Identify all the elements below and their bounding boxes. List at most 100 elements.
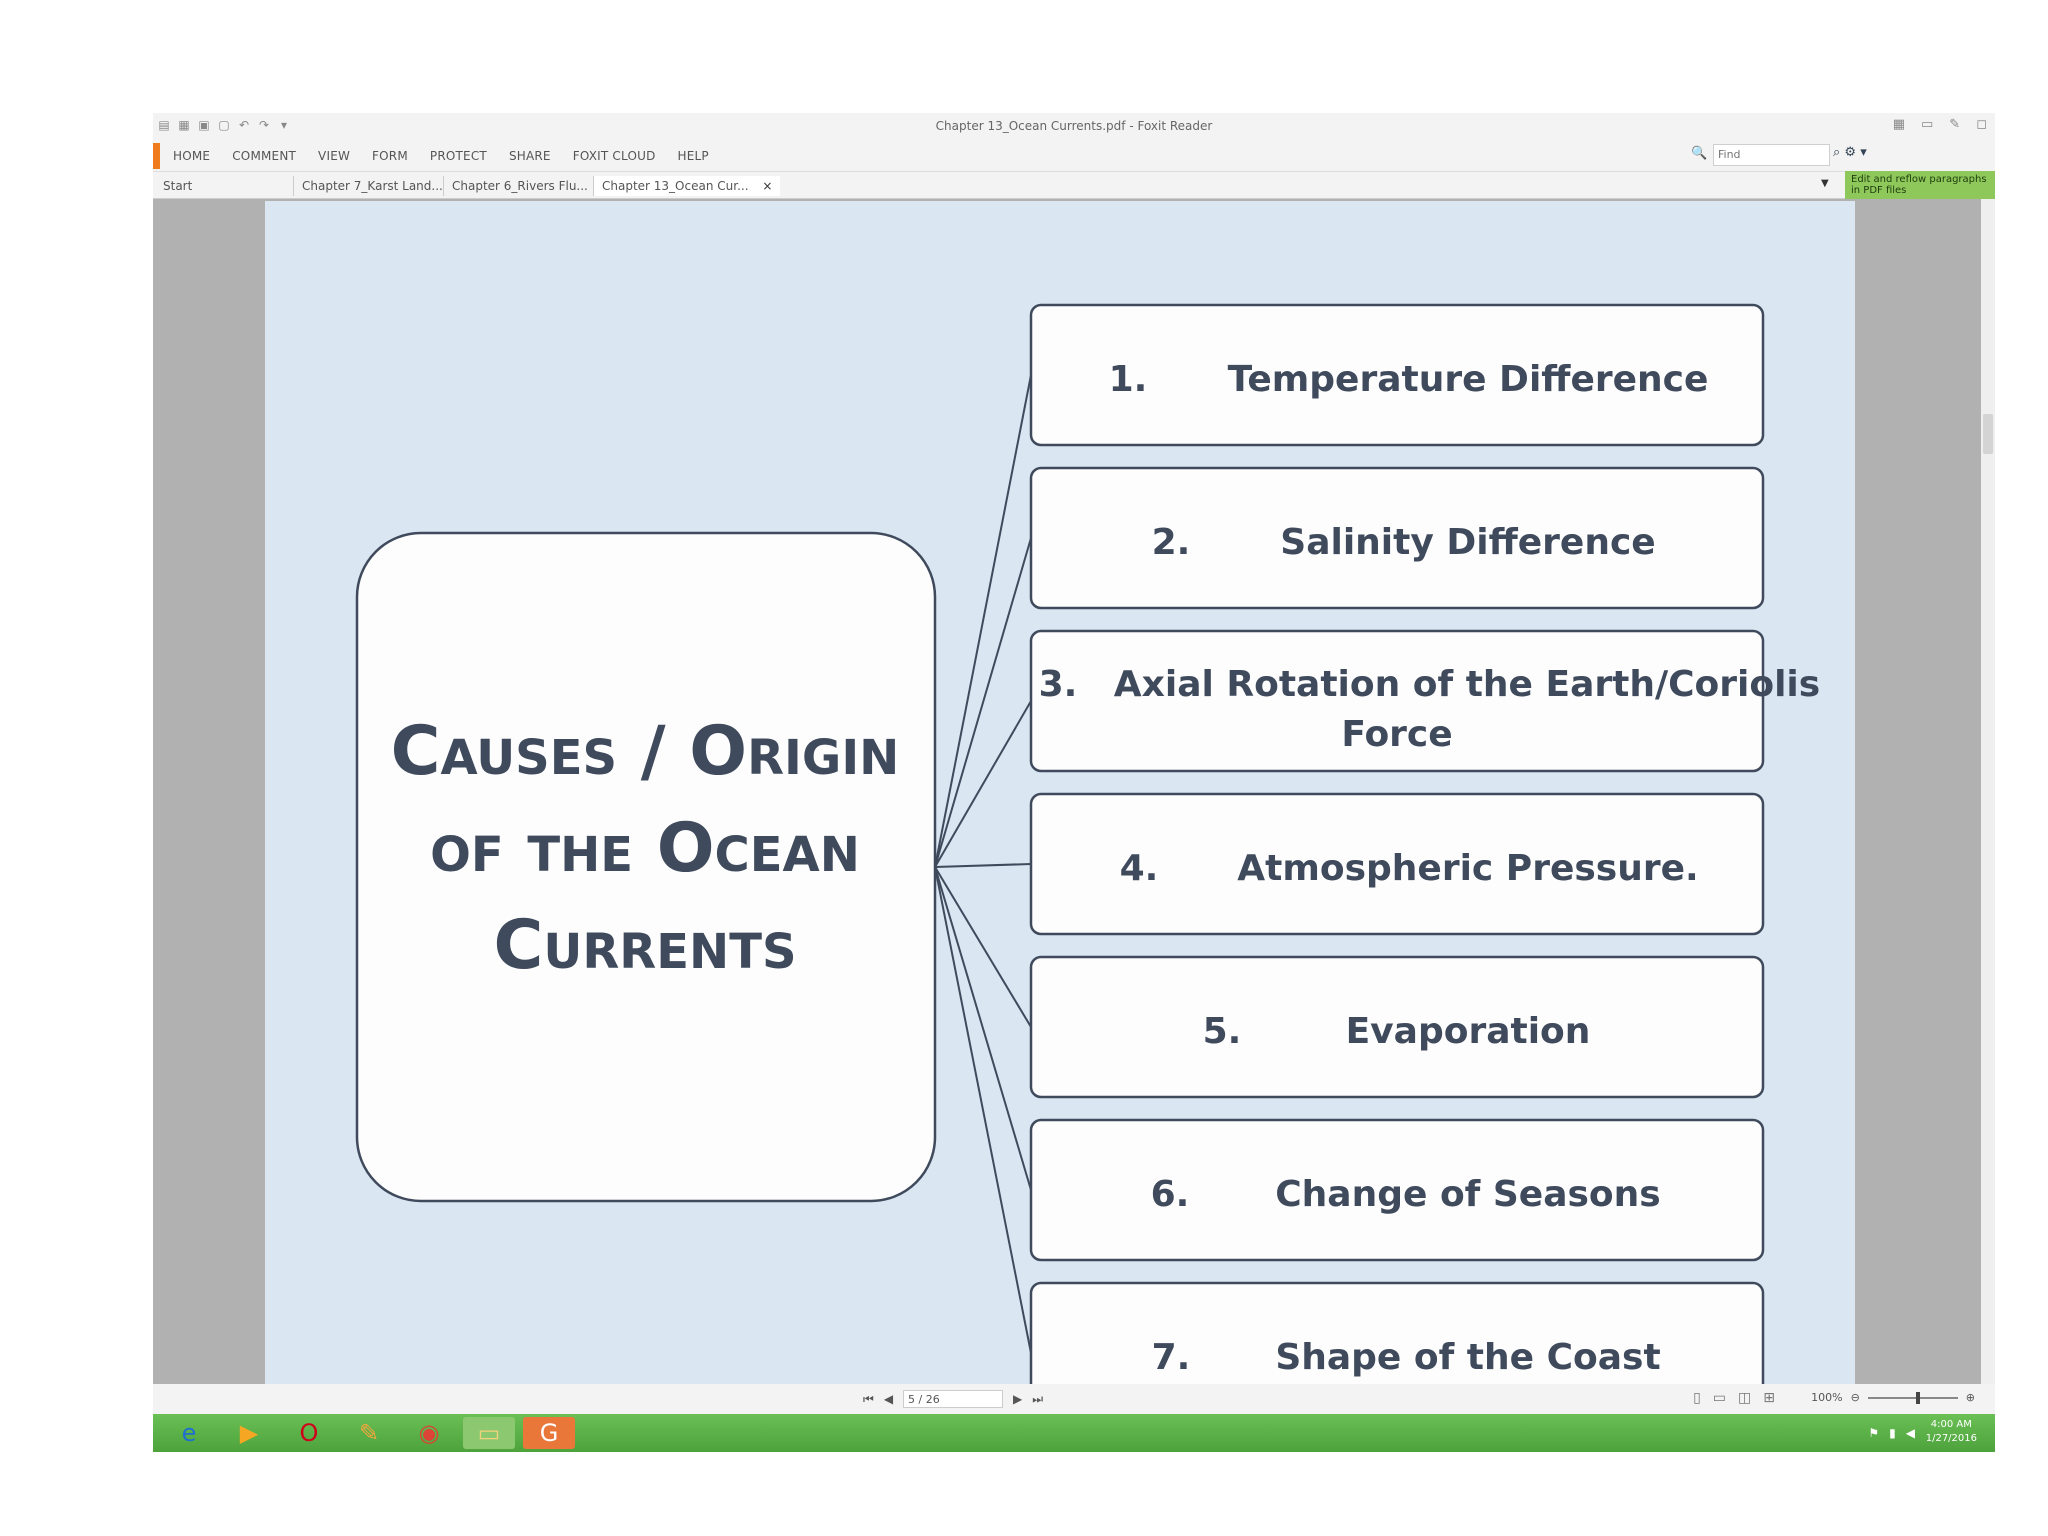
- pdf-page: Causes / Origin of the Ocean Currents 1.…: [265, 201, 1855, 1384]
- item-7: 7. Shape of the Coast: [1029, 1281, 1765, 1384]
- first-page-icon[interactable]: ⏮: [863, 1392, 874, 1407]
- menu-form[interactable]: FORM: [372, 149, 408, 163]
- pin-icon[interactable]: ✎: [1949, 117, 1960, 132]
- foxit-reader-taskbar-icon[interactable]: G: [523, 1417, 575, 1449]
- item-5: 5. Evaporation: [1029, 955, 1765, 1099]
- item-number: 7.: [1152, 1337, 1191, 1378]
- tab-chapter-13-label: Chapter 13_Ocean Cur...: [602, 179, 749, 193]
- connector-line: [934, 374, 1032, 868]
- continuous-view-icon[interactable]: ▭: [1713, 1390, 1726, 1406]
- item-label: Axial Rotation of the Earth/Coriolis: [1114, 664, 1820, 705]
- ribbon-toggle-icon[interactable]: ▦: [1893, 117, 1905, 132]
- center-title-line-3: Currents: [493, 906, 796, 985]
- item-number: 3.: [1039, 664, 1078, 705]
- page-number-field[interactable]: 5 / 26: [903, 1390, 1004, 1408]
- view-mode-buttons: ▯ ▭ ◫ ⊞: [1693, 1390, 1775, 1406]
- tab-chapter-13[interactable]: Chapter 13_Ocean Cur... ×: [593, 176, 781, 196]
- internet-explorer-icon[interactable]: e: [163, 1417, 215, 1449]
- menu-foxit-cloud[interactable]: FOXIT CLOUD: [573, 149, 656, 163]
- find-icon[interactable]: 🔍: [1691, 146, 1707, 161]
- item-label: Temperature Difference: [1228, 359, 1709, 400]
- file-explorer-icon[interactable]: ▭: [463, 1417, 515, 1449]
- maximize-button[interactable]: ◻: [1976, 117, 1987, 132]
- menu-share[interactable]: SHARE: [509, 149, 551, 163]
- item-4: 4. Atmospheric Pressure.: [1029, 792, 1765, 936]
- last-page-icon[interactable]: ⏭: [1032, 1392, 1043, 1407]
- connector-line: [934, 700, 1032, 868]
- item-number: 2.: [1152, 522, 1191, 563]
- status-bar: ⏮ ◀ 5 / 26 ▶ ⏭ ▯ ▭ ◫ ⊞ 100% ⊖ ⊕: [153, 1384, 1995, 1414]
- system-tray: ⚑ ▮ ◀: [1868, 1426, 1915, 1440]
- item-number: 4.: [1120, 848, 1159, 889]
- single-page-view-icon[interactable]: ▯: [1693, 1390, 1701, 1406]
- continuous-facing-view-icon[interactable]: ⊞: [1763, 1390, 1775, 1406]
- item-number: 5.: [1203, 1011, 1242, 1052]
- item-label: Atmospheric Pressure.: [1237, 848, 1698, 889]
- tray-flag-icon[interactable]: ⚑: [1868, 1426, 1879, 1440]
- paint-icon[interactable]: ✎: [343, 1417, 395, 1449]
- diagram: Causes / Origin of the Ocean Currents 1.…: [355, 303, 1820, 1384]
- connector-line: [934, 866, 1032, 1028]
- center-title-line-2: of the Ocean: [430, 809, 860, 888]
- item-6: 6. Change of Seasons: [1029, 1118, 1765, 1262]
- tab-chapter-7[interactable]: Chapter 7_Karst Land...: [293, 176, 451, 196]
- find-field[interactable]: [1713, 144, 1830, 166]
- item-label: Change of Seasons: [1275, 1174, 1660, 1215]
- menu-help[interactable]: HELP: [678, 149, 709, 163]
- zoom-slider-knob[interactable]: [1915, 1391, 1920, 1404]
- facing-view-icon[interactable]: ◫: [1738, 1390, 1751, 1406]
- item-label: Shape of the Coast: [1275, 1337, 1660, 1378]
- zoom-level[interactable]: 100%: [1811, 1391, 1842, 1404]
- previous-page-icon[interactable]: ◀: [884, 1392, 893, 1406]
- zoom-out-icon[interactable]: ⊖: [1851, 1391, 1860, 1404]
- document-canvas: Causes / Origin of the Ocean Currents 1.…: [153, 199, 1981, 1384]
- minimize-button[interactable]: ▭: [1921, 117, 1933, 132]
- chrome-icon[interactable]: ◉: [403, 1417, 455, 1449]
- menu-bar: HOME COMMENT VIEW FORM PROTECT SHARE FOX…: [153, 141, 1995, 172]
- document-tab-bar: Start Chapter 7_Karst Land... Chapter 6_…: [153, 172, 1995, 199]
- find-input[interactable]: [1714, 145, 1829, 163]
- search-icon[interactable]: ⌕ ⚙ ▾: [1833, 145, 1867, 160]
- connector-line: [934, 866, 1032, 1191]
- zoom-slider[interactable]: [1867, 1391, 1958, 1404]
- item-label: Salinity Difference: [1280, 522, 1655, 563]
- zoom-control: 100% ⊖ ⊕: [1811, 1391, 1975, 1404]
- next-page-icon[interactable]: ▶: [1013, 1392, 1022, 1406]
- item-2: 2. Salinity Difference: [1029, 466, 1765, 610]
- connector-line: [934, 537, 1032, 868]
- window-controls: ▦ ▭ ✎ ◻: [1893, 117, 1987, 132]
- zoom-in-icon[interactable]: ⊕: [1966, 1391, 1975, 1404]
- page-navigation: ⏮ ◀ 5 / 26 ▶ ⏭: [863, 1390, 1043, 1408]
- menu-comment[interactable]: COMMENT: [232, 149, 296, 163]
- connector-line: [934, 863, 1032, 868]
- menu-home[interactable]: HOME: [173, 149, 210, 163]
- menu-protect[interactable]: PROTECT: [430, 149, 487, 163]
- scrollbar-thumb[interactable]: [1983, 414, 1993, 454]
- item-label-continued: Force: [1341, 714, 1452, 755]
- volume-icon[interactable]: ◀: [1906, 1426, 1915, 1440]
- tab-list-dropdown-icon[interactable]: ▼: [1821, 178, 1829, 189]
- connector-lines: [934, 374, 1032, 1354]
- connector-line: [934, 866, 1032, 1354]
- title-bar: ▤ ▦ ▣ ▢ ↶ ↷ ▾ Chapter 13_Ocean Currents.…: [153, 113, 1995, 141]
- network-icon[interactable]: ▮: [1889, 1426, 1896, 1440]
- menu-items: HOME COMMENT VIEW FORM PROTECT SHARE FOX…: [173, 149, 709, 163]
- tab-chapter-6[interactable]: Chapter 6_Rivers Flu...: [443, 176, 596, 196]
- clock-time: 4:00 AM: [1930, 1419, 1972, 1430]
- item-boxes: 1. Temperature Difference 2. Salinity Di…: [1029, 303, 1820, 1384]
- close-icon[interactable]: ×: [762, 179, 772, 193]
- menu-view[interactable]: VIEW: [318, 149, 350, 163]
- item-label: Evaporation: [1346, 1011, 1591, 1052]
- tab-start[interactable]: Start: [155, 176, 200, 196]
- clock-date: 1/27/2016: [1925, 1433, 1977, 1444]
- item-number: 6.: [1151, 1174, 1190, 1215]
- opera-icon[interactable]: O: [283, 1417, 335, 1449]
- media-player-icon[interactable]: ▶: [223, 1417, 275, 1449]
- item-number: 1.: [1109, 359, 1148, 400]
- foxit-reader-window: ▤ ▦ ▣ ▢ ↶ ↷ ▾ Chapter 13_Ocean Currents.…: [153, 113, 1995, 1452]
- taskbar-clock[interactable]: 4:00 AM 1/27/2016: [1926, 1418, 1977, 1446]
- center-title-line-1: Causes / Origin: [391, 712, 900, 791]
- vertical-scrollbar[interactable]: [1981, 199, 1995, 1384]
- file-menu-accent[interactable]: [153, 143, 160, 169]
- window-title: Chapter 13_Ocean Currents.pdf - Foxit Re…: [935, 119, 1213, 133]
